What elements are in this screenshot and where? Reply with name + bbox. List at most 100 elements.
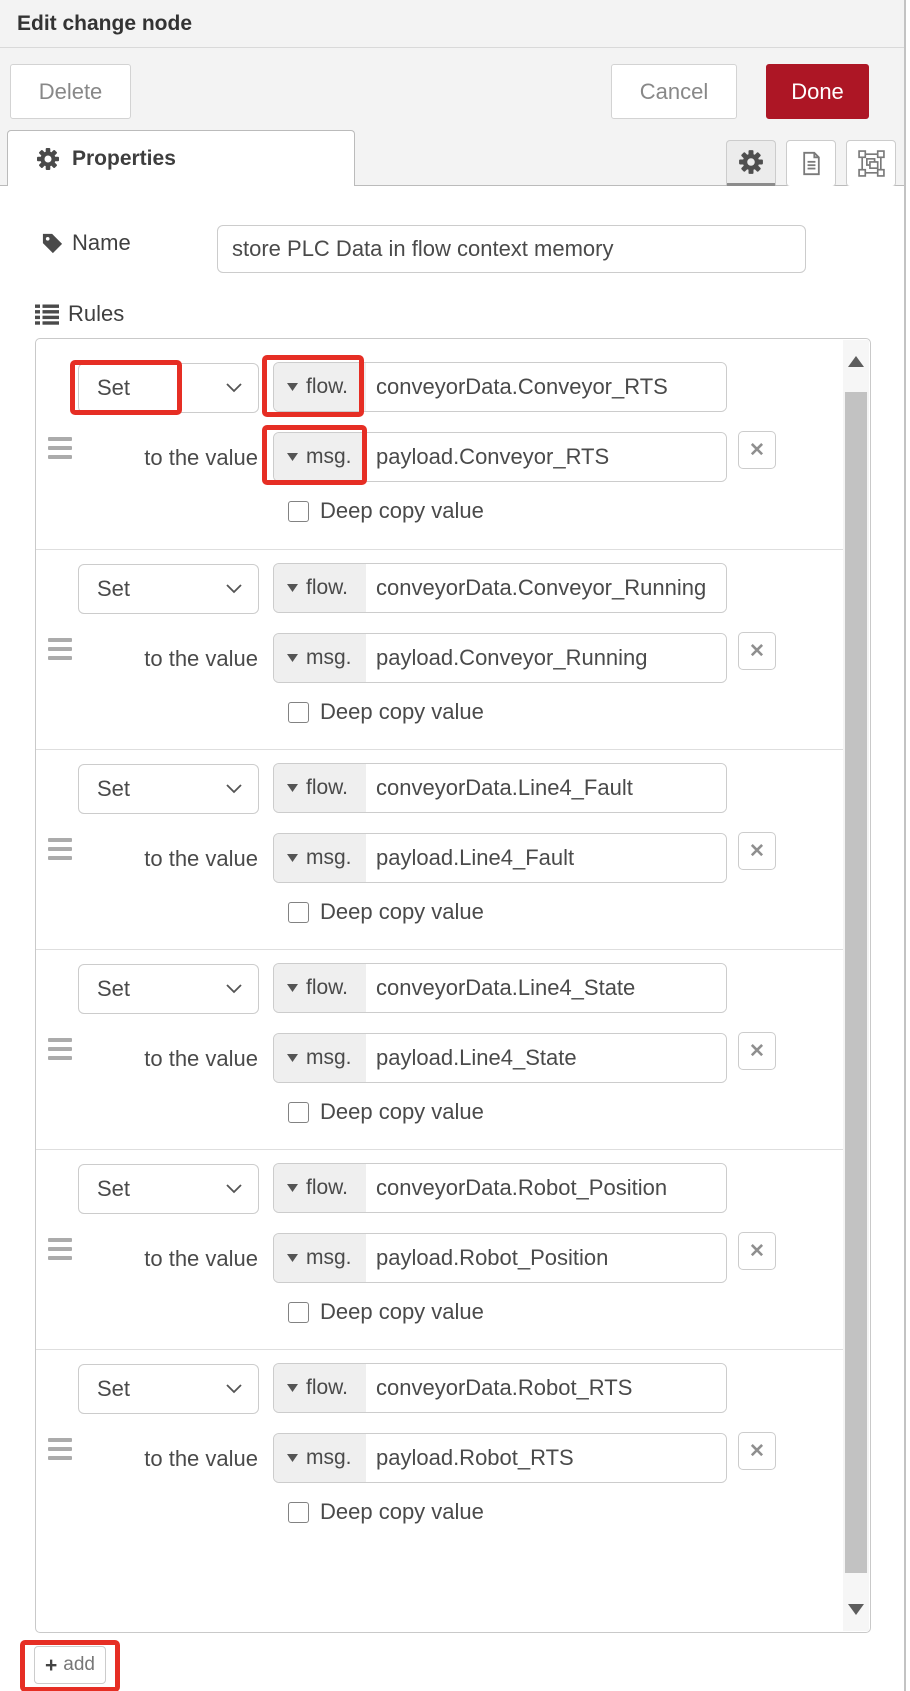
rule-value-input[interactable] [366, 1234, 726, 1282]
deep-copy-checkbox[interactable] [288, 501, 309, 522]
appearance-icon [857, 149, 886, 178]
value-type-button[interactable]: msg. [274, 1434, 366, 1482]
rule-value-input[interactable] [366, 634, 726, 682]
rule-target-typed-input: flow. [273, 763, 727, 813]
target-type-button[interactable]: flow. [274, 564, 366, 612]
plus-icon: + [45, 1655, 57, 1676]
scroll-up-arrow[interactable] [843, 340, 869, 392]
list-icon [35, 302, 59, 326]
value-type-button[interactable]: msg. [274, 433, 366, 481]
drag-handle-icon[interactable] [48, 1238, 72, 1260]
caret-down-icon [287, 1184, 298, 1192]
rule-value-input[interactable] [366, 1034, 726, 1082]
scroll-down-arrow[interactable] [843, 1573, 869, 1631]
cancel-button[interactable]: Cancel [611, 64, 737, 119]
rule-action-select[interactable]: Set [78, 1364, 259, 1414]
delete-rule-button[interactable]: ✕ [738, 1432, 776, 1470]
rule-action-select[interactable]: Set [78, 764, 259, 814]
node-properties-button[interactable] [726, 140, 776, 187]
deep-copy-label: Deep copy value [320, 1299, 484, 1325]
value-type-button[interactable]: msg. [274, 1234, 366, 1282]
rule-target-input[interactable] [366, 1364, 726, 1412]
rule-target-input[interactable] [366, 564, 726, 612]
target-type-button[interactable]: flow. [274, 964, 366, 1012]
x-icon: ✕ [749, 439, 765, 462]
dialog-header: Edit change node [0, 0, 904, 48]
deep-copy-checkbox[interactable] [288, 902, 309, 923]
deep-copy-checkbox[interactable] [288, 1102, 309, 1123]
delete-rule-button[interactable]: ✕ [738, 1032, 776, 1070]
rule-row: Set flow. to the value [36, 949, 843, 1149]
caret-down-icon [287, 854, 298, 862]
delete-rule-button[interactable]: ✕ [738, 632, 776, 670]
deep-copy-label: Deep copy value [320, 1099, 484, 1125]
value-type-button[interactable]: msg. [274, 634, 366, 682]
rule-target-input[interactable] [366, 1164, 726, 1212]
delete-rule-button[interactable]: ✕ [738, 431, 776, 469]
rule-target-typed-input: flow. [273, 563, 727, 613]
rule-value-typed-input: msg. [273, 1033, 727, 1083]
caret-down-icon [287, 584, 298, 592]
rule-target-typed-input: flow. [273, 362, 727, 412]
rule-action-select[interactable]: Set [78, 1164, 259, 1214]
target-type-button[interactable]: flow. [274, 1164, 366, 1212]
deep-copy-label: Deep copy value [320, 498, 484, 524]
chevron-down-icon [226, 383, 242, 393]
deep-copy-label: Deep copy value [320, 1499, 484, 1525]
deep-copy-checkbox[interactable] [288, 702, 309, 723]
rule-target-typed-input: flow. [273, 1163, 727, 1213]
add-rule-button[interactable]: + add [34, 1646, 106, 1684]
x-icon: ✕ [749, 840, 765, 863]
to-the-value-label: to the value [98, 445, 258, 471]
value-type-button[interactable]: msg. [274, 834, 366, 882]
delete-rule-button[interactable]: ✕ [738, 832, 776, 870]
node-appearance-button[interactable] [846, 140, 896, 187]
editor-tab-bar: Properties [0, 131, 904, 186]
to-the-value-label: to the value [98, 1246, 258, 1272]
deep-copy-row: Deep copy value [288, 1299, 484, 1325]
chevron-down-icon [226, 1184, 242, 1194]
target-type-button[interactable]: flow. [274, 363, 366, 411]
rule-target-input[interactable] [366, 964, 726, 1012]
name-input[interactable] [217, 225, 806, 273]
deep-copy-label: Deep copy value [320, 899, 484, 925]
target-type-button[interactable]: flow. [274, 764, 366, 812]
drag-handle-icon[interactable] [48, 1438, 72, 1460]
deep-copy-row: Deep copy value [288, 1099, 484, 1125]
drag-handle-icon[interactable] [48, 838, 72, 860]
to-the-value-label: to the value [98, 1046, 258, 1072]
deep-copy-checkbox[interactable] [288, 1302, 309, 1323]
rule-action-select[interactable]: Set [78, 363, 259, 413]
rule-value-input[interactable] [366, 834, 726, 882]
rule-value-typed-input: msg. [273, 833, 727, 883]
rule-action-select[interactable]: Set [78, 564, 259, 614]
caret-down-icon [287, 1454, 298, 1462]
deep-copy-checkbox[interactable] [288, 1502, 309, 1523]
rules-list: Set flow. to the value [36, 339, 843, 1632]
delete-button[interactable]: Delete [10, 64, 131, 119]
gear-icon [738, 149, 764, 175]
x-icon: ✕ [749, 1040, 765, 1063]
drag-handle-icon[interactable] [48, 1038, 72, 1060]
to-the-value-label: to the value [98, 1446, 258, 1472]
caret-down-icon [287, 654, 298, 662]
rule-action-select[interactable]: Set [78, 964, 259, 1014]
rule-value-input[interactable] [366, 1434, 726, 1482]
scrollbar-thumb[interactable] [845, 392, 867, 1580]
rule-value-input[interactable] [366, 433, 726, 481]
rule-row: Set flow. to the value [36, 749, 843, 949]
tab-properties[interactable]: Properties [7, 130, 355, 186]
node-description-button[interactable] [786, 140, 836, 187]
done-button[interactable]: Done [766, 64, 869, 119]
target-type-button[interactable]: flow. [274, 1364, 366, 1412]
delete-rule-button[interactable]: ✕ [738, 1232, 776, 1270]
value-type-button[interactable]: msg. [274, 1034, 366, 1082]
drag-handle-icon[interactable] [48, 437, 72, 459]
rule-target-input[interactable] [366, 764, 726, 812]
deep-copy-label: Deep copy value [320, 699, 484, 725]
drag-handle-icon[interactable] [48, 638, 72, 660]
x-icon: ✕ [749, 1240, 765, 1263]
chevron-down-icon [226, 1384, 242, 1394]
rule-target-input[interactable] [366, 363, 726, 411]
rule-row: Set flow. to the value [36, 549, 843, 749]
